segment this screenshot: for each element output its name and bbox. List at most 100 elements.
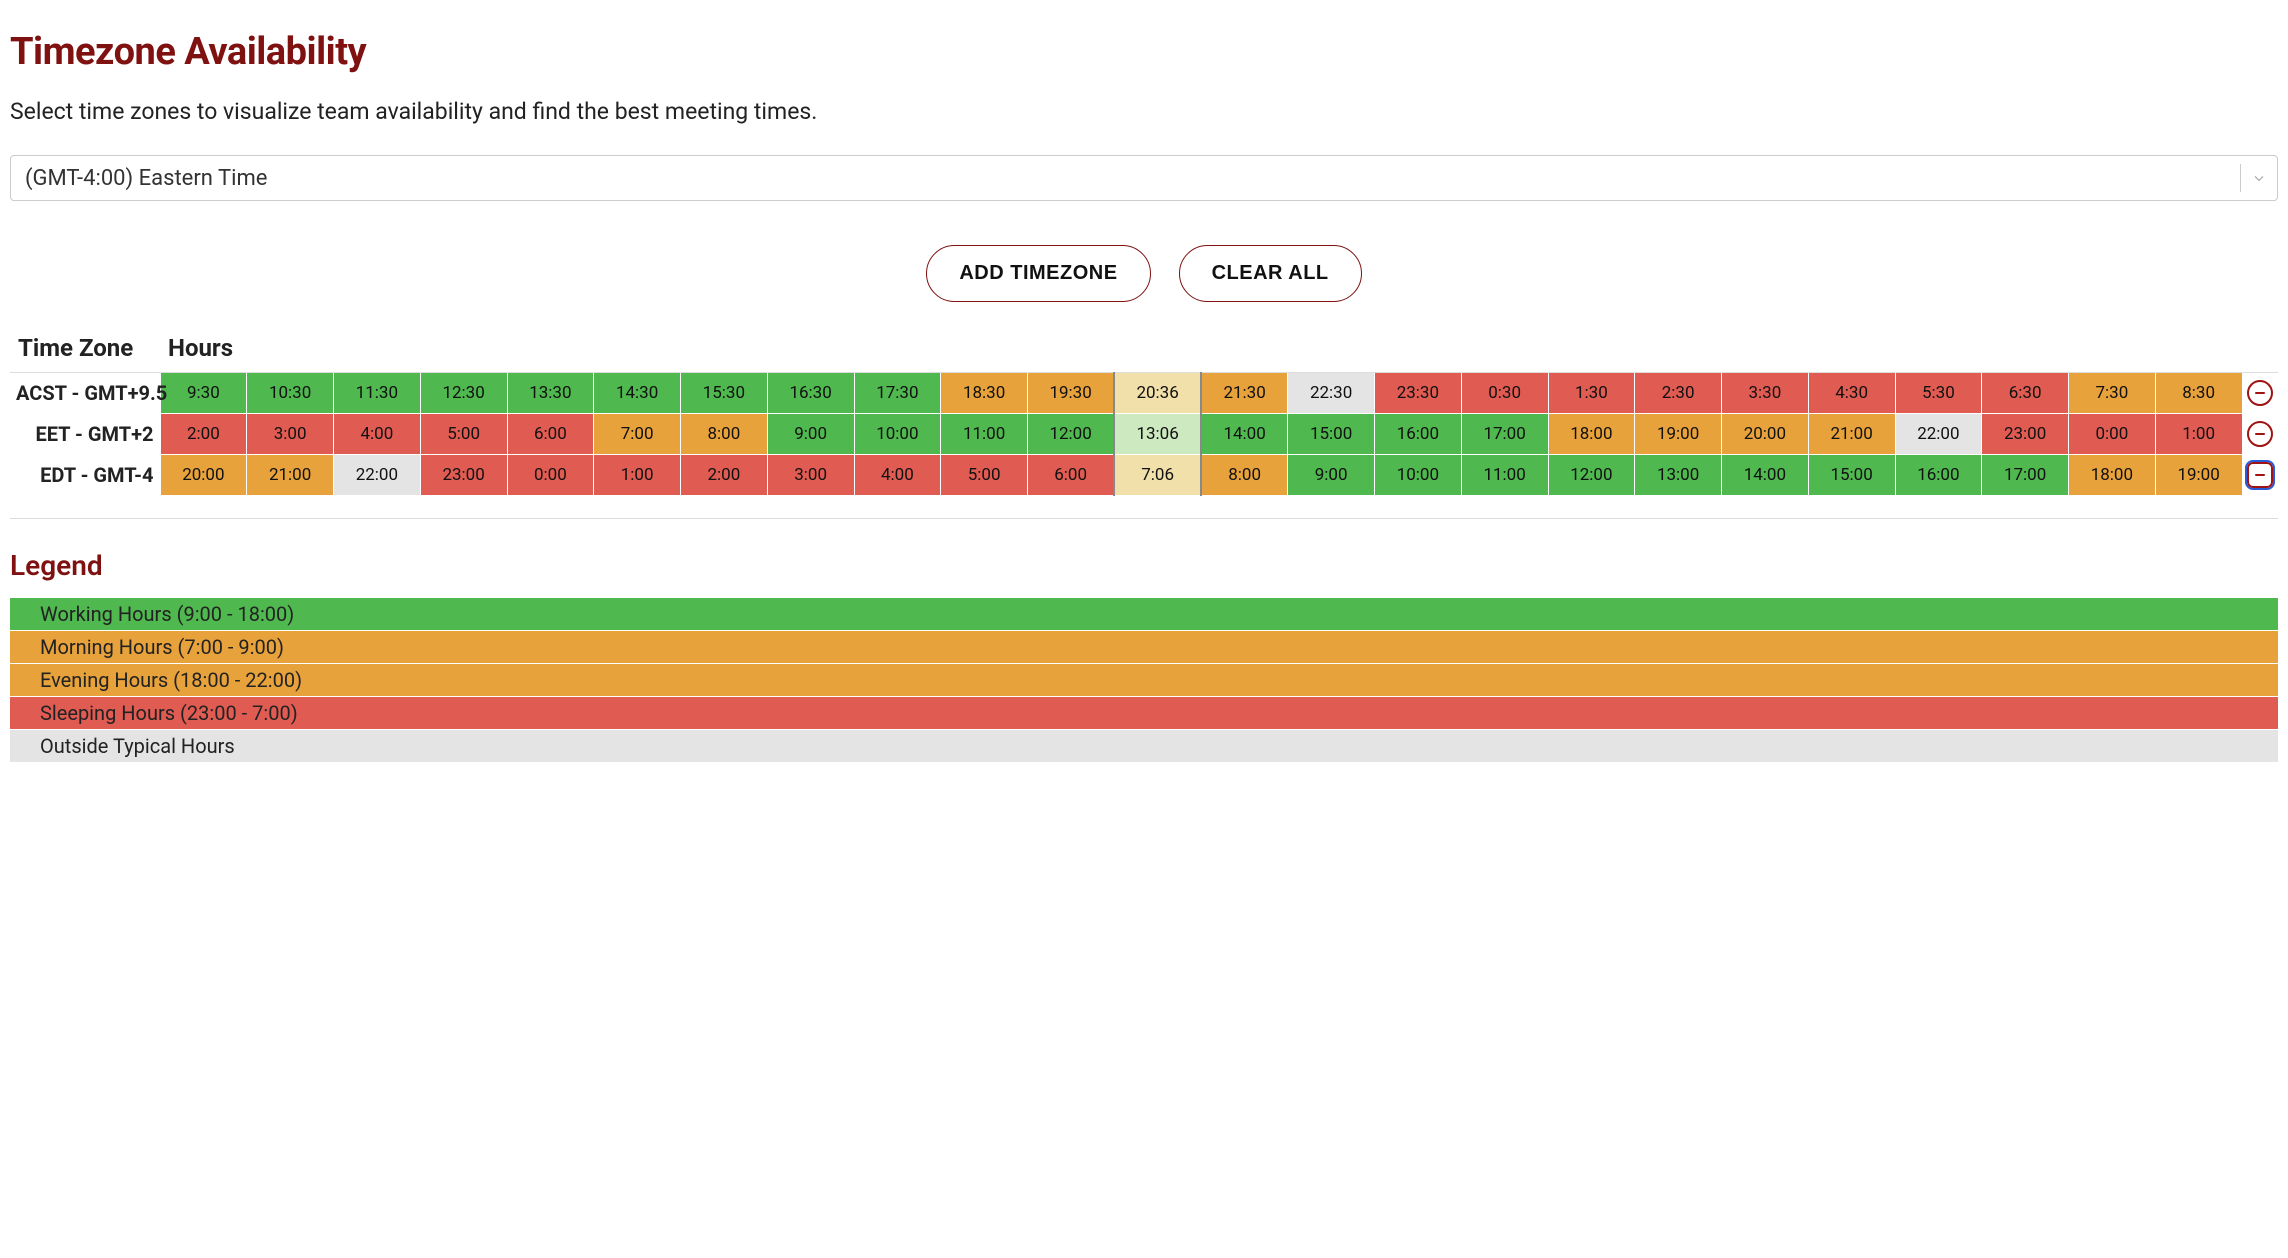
hour-cell[interactable]: 19:00 bbox=[1635, 414, 1722, 455]
hour-cell[interactable]: 4:00 bbox=[334, 414, 421, 455]
hour-cell[interactable]: 7:00 bbox=[594, 414, 681, 455]
hour-cell[interactable]: 2:00 bbox=[160, 414, 247, 455]
hour-cell[interactable]: 19:30 bbox=[1028, 373, 1115, 414]
timezone-select[interactable]: (GMT-4:00) Eastern Time bbox=[10, 155, 2278, 201]
table-header-remove bbox=[2242, 328, 2278, 373]
hour-cell[interactable]: 18:30 bbox=[941, 373, 1028, 414]
page-container: Timezone Availability Select time zones … bbox=[0, 0, 2288, 803]
hour-cell[interactable]: 18:00 bbox=[2069, 455, 2156, 496]
hour-cell[interactable]: 9:00 bbox=[767, 414, 854, 455]
remove-cell bbox=[2242, 414, 2278, 455]
hour-cell[interactable]: 12:30 bbox=[420, 373, 507, 414]
hour-cell[interactable]: 8:00 bbox=[681, 414, 768, 455]
hour-cell[interactable]: 14:30 bbox=[594, 373, 681, 414]
hour-cell[interactable]: 19:00 bbox=[2155, 455, 2242, 496]
hour-cell[interactable]: 1:00 bbox=[594, 455, 681, 496]
hour-cell[interactable]: 5:00 bbox=[420, 414, 507, 455]
timezone-select-value: (GMT-4:00) Eastern Time bbox=[11, 156, 2240, 200]
hour-cell[interactable]: 18:00 bbox=[1548, 414, 1635, 455]
table-row: EET - GMT+22:003:004:005:006:007:008:009… bbox=[10, 414, 2278, 455]
minus-circle-icon bbox=[2253, 468, 2267, 482]
timezone-label: EDT - GMT-4 bbox=[10, 455, 160, 496]
page-title: Timezone Availability bbox=[10, 30, 2278, 74]
hour-cell[interactable]: 21:00 bbox=[1808, 414, 1895, 455]
hour-cell[interactable]: 9:00 bbox=[1288, 455, 1375, 496]
legend-item: Working Hours (9:00 - 18:00) bbox=[10, 598, 2278, 631]
hour-cell[interactable]: 15:30 bbox=[681, 373, 768, 414]
hour-cell[interactable]: 12:00 bbox=[1028, 414, 1115, 455]
add-timezone-button[interactable]: ADD TIMEZONE bbox=[926, 245, 1150, 302]
hour-cell[interactable]: 7:30 bbox=[2069, 373, 2156, 414]
hour-cell[interactable]: 1:30 bbox=[1548, 373, 1635, 414]
hour-cell[interactable]: 14:00 bbox=[1722, 455, 1809, 496]
hour-cell[interactable]: 13:00 bbox=[1635, 455, 1722, 496]
hour-cell[interactable]: 22:00 bbox=[334, 455, 421, 496]
chevron-down-icon[interactable] bbox=[2241, 156, 2277, 200]
hour-cell[interactable]: 4:00 bbox=[854, 455, 941, 496]
hour-cell[interactable]: 0:30 bbox=[1461, 373, 1548, 414]
hour-cell[interactable]: 8:30 bbox=[2155, 373, 2242, 414]
hour-cell[interactable]: 3:00 bbox=[767, 455, 854, 496]
hour-cell[interactable]: 16:30 bbox=[767, 373, 854, 414]
hour-cell[interactable]: 17:30 bbox=[854, 373, 941, 414]
hour-cell[interactable]: 3:00 bbox=[247, 414, 334, 455]
minus-circle-icon bbox=[2253, 427, 2267, 441]
hour-cell[interactable]: 23:00 bbox=[420, 455, 507, 496]
hour-cell[interactable]: 8:00 bbox=[1201, 455, 1288, 496]
hour-cell[interactable]: 0:00 bbox=[507, 455, 594, 496]
timezone-label: EET - GMT+2 bbox=[10, 414, 160, 455]
hour-cell[interactable]: 13:30 bbox=[507, 373, 594, 414]
hour-cell[interactable]: 9:30 bbox=[160, 373, 247, 414]
hour-cell[interactable]: 21:00 bbox=[247, 455, 334, 496]
hour-cell[interactable]: 1:00 bbox=[2155, 414, 2242, 455]
hour-cell[interactable]: 11:30 bbox=[334, 373, 421, 414]
hour-cell[interactable]: 23:30 bbox=[1375, 373, 1462, 414]
hour-cell[interactable]: 2:30 bbox=[1635, 373, 1722, 414]
timezone-table: Time Zone Hours ACST - GMT+9.59:3010:301… bbox=[10, 328, 2278, 496]
remove-timezone-button[interactable] bbox=[2247, 462, 2273, 488]
hour-cell[interactable]: 10:30 bbox=[247, 373, 334, 414]
hour-cell[interactable]: 2:00 bbox=[681, 455, 768, 496]
hour-cell[interactable]: 11:00 bbox=[941, 414, 1028, 455]
hour-cell[interactable]: 6:00 bbox=[507, 414, 594, 455]
hour-cell[interactable]: 20:00 bbox=[160, 455, 247, 496]
page-description: Select time zones to visualize team avai… bbox=[10, 98, 2278, 125]
hour-cell[interactable]: 23:00 bbox=[1982, 414, 2069, 455]
hour-cell[interactable]: 10:00 bbox=[1375, 455, 1462, 496]
remove-timezone-button[interactable] bbox=[2247, 421, 2273, 447]
hour-cell[interactable]: 17:00 bbox=[1982, 455, 2069, 496]
hour-cell[interactable]: 5:00 bbox=[941, 455, 1028, 496]
table-header-timezone: Time Zone bbox=[10, 328, 160, 373]
hour-cell[interactable]: 22:30 bbox=[1288, 373, 1375, 414]
hour-cell[interactable]: 3:30 bbox=[1722, 373, 1809, 414]
remove-timezone-button[interactable] bbox=[2247, 380, 2273, 406]
legend-list: Working Hours (9:00 - 18:00)Morning Hour… bbox=[10, 598, 2278, 763]
timezone-label: ACST - GMT+9.5 bbox=[10, 373, 160, 414]
hour-cell[interactable]: 6:30 bbox=[1982, 373, 2069, 414]
hour-cell[interactable]: 4:30 bbox=[1808, 373, 1895, 414]
hour-cell[interactable]: 21:30 bbox=[1201, 373, 1288, 414]
hour-cell[interactable]: 10:00 bbox=[854, 414, 941, 455]
hour-cell[interactable]: 13:06 bbox=[1114, 414, 1201, 455]
hour-cell[interactable]: 20:00 bbox=[1722, 414, 1809, 455]
table-header-hours: Hours bbox=[160, 328, 2242, 373]
hour-cell[interactable]: 12:00 bbox=[1548, 455, 1635, 496]
hour-cell[interactable]: 20:36 bbox=[1114, 373, 1201, 414]
hour-cell[interactable]: 17:00 bbox=[1461, 414, 1548, 455]
hour-cell[interactable]: 0:00 bbox=[2069, 414, 2156, 455]
clear-all-button[interactable]: CLEAR ALL bbox=[1179, 245, 1362, 302]
hour-cell[interactable]: 5:30 bbox=[1895, 373, 1982, 414]
hour-cell[interactable]: 16:00 bbox=[1375, 414, 1462, 455]
remove-cell bbox=[2242, 373, 2278, 414]
hour-cell[interactable]: 22:00 bbox=[1895, 414, 1982, 455]
hour-cell[interactable]: 6:00 bbox=[1028, 455, 1115, 496]
hour-cell[interactable]: 15:00 bbox=[1808, 455, 1895, 496]
hour-cell[interactable]: 11:00 bbox=[1461, 455, 1548, 496]
section-divider bbox=[10, 518, 2278, 519]
hour-cell[interactable]: 14:00 bbox=[1201, 414, 1288, 455]
legend-item: Morning Hours (7:00 - 9:00) bbox=[10, 631, 2278, 664]
remove-cell bbox=[2242, 455, 2278, 496]
hour-cell[interactable]: 16:00 bbox=[1895, 455, 1982, 496]
hour-cell[interactable]: 15:00 bbox=[1288, 414, 1375, 455]
hour-cell[interactable]: 7:06 bbox=[1114, 455, 1201, 496]
